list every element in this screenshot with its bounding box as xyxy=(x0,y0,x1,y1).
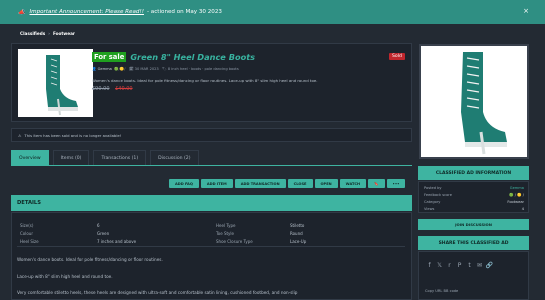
share-icons: f 𝕏 r P t ✉ 🔗 xyxy=(427,262,493,269)
user-icon: 👤 xyxy=(92,67,97,71)
join-discussion-button[interactable]: JOIN DISCUSSION xyxy=(418,219,529,230)
tab-transactions[interactable]: Transactions (1) xyxy=(93,150,147,165)
add-faq-button[interactable]: ADD FAQ xyxy=(169,179,199,188)
add-transaction-button[interactable]: ADD TRANSACTION xyxy=(234,179,286,188)
listing-tags[interactable]: 8 inch heel · boots · pole dancing boots xyxy=(168,67,239,71)
spec-value: Round xyxy=(290,231,303,236)
sale-price: £40.00 xyxy=(115,86,133,92)
breadcrumb-separator: › xyxy=(48,31,50,36)
listing-short-description: Women's dance boots. Ideal for pole fitn… xyxy=(92,78,318,83)
tab-items[interactable]: Items (0) xyxy=(52,150,90,165)
spec-label: Shoe Closure Type xyxy=(216,239,253,244)
info-label: Category xyxy=(424,200,441,204)
email-icon[interactable]: ✉ xyxy=(477,262,482,269)
divider xyxy=(17,246,405,247)
share-header: SHARE THIS CLASSIFIED AD xyxy=(418,236,529,250)
spec-value: Lace-Up xyxy=(290,239,307,244)
for-sale-badge: For sale xyxy=(92,52,127,62)
megaphone-icon: 📣 xyxy=(18,8,26,16)
info-label: Views xyxy=(424,207,435,211)
sold-warning: ⚠ This item has been sold and is no long… xyxy=(11,128,412,142)
facebook-icon[interactable]: f xyxy=(427,262,432,269)
link-icon[interactable]: 🔗 xyxy=(486,262,493,269)
tag-icon: 🏷 xyxy=(162,67,167,71)
spec-label: Size(s) xyxy=(20,223,34,228)
info-label: Feedback score xyxy=(424,193,452,197)
spec-value: Stiletto xyxy=(290,223,305,228)
details-header: DETAILS xyxy=(11,195,412,211)
classified-info-header: CLASSIFIED AD INFORMATION xyxy=(418,166,529,180)
reddit-icon[interactable]: r xyxy=(447,262,452,269)
more-options-button[interactable]: ••• xyxy=(386,179,406,188)
breadcrumb-classifieds[interactable]: Classifieds xyxy=(20,31,45,36)
add-item-button[interactable]: ADD ITEM xyxy=(200,179,233,188)
breadcrumb: Classifieds › Footwear xyxy=(20,31,75,36)
breadcrumb-footwear[interactable]: Footwear xyxy=(53,31,75,36)
listing-meta: 👤 Gemma 🟢/🟡/ 🗓 30 MAR 2023 🏷 8 inch heel… xyxy=(92,67,239,71)
details-panel xyxy=(11,212,412,300)
info-label: Posted by xyxy=(424,186,442,190)
tab-discussion[interactable]: Discussion (2) xyxy=(150,150,199,165)
sold-warning-text: This item has been sold and is no longer… xyxy=(24,132,122,138)
announcement-link[interactable]: Important Announcement: Please Read!! xyxy=(29,9,143,15)
classified-info-panel: Posted by Gemma Feedback score 🟢 / 🟡 / C… xyxy=(418,181,529,213)
category-link[interactable]: Footwear xyxy=(507,200,524,204)
close-button[interactable]: CLOSE xyxy=(287,179,313,188)
main-product-image[interactable] xyxy=(419,44,529,159)
spec-label: Heel Size xyxy=(20,239,39,244)
share-panel: f 𝕏 r P t ✉ 🔗 Copy URL BB code xyxy=(418,251,529,300)
tab-overview[interactable]: Overview xyxy=(11,150,49,165)
x-twitter-icon[interactable]: 𝕏 xyxy=(437,262,442,269)
spec-value: 6 xyxy=(97,223,100,228)
announcement-suffix: - actioned on May 30 2023 xyxy=(146,9,222,15)
spec-label: Heel Type xyxy=(216,223,236,228)
author-link[interactable]: Gemma xyxy=(98,67,112,71)
original-price: £90.00 xyxy=(92,86,110,92)
warning-icon: ⚠ xyxy=(18,132,22,138)
listing-title-row: For sale Green 8" Heel Dance Boots xyxy=(92,52,255,62)
post-date: 30 MAR 2023 xyxy=(134,67,159,71)
listing-title: Green 8" Heel Dance Boots xyxy=(130,52,255,62)
feedback-score: 🟢 / 🟡 / xyxy=(509,193,524,197)
spec-value: Green xyxy=(97,231,110,236)
tumblr-icon[interactable]: t xyxy=(467,262,472,269)
posted-by-link[interactable]: Gemma xyxy=(510,186,524,190)
copy-url-text[interactable]: Copy URL BB code xyxy=(425,289,458,293)
calendar-icon: 🗓 xyxy=(128,67,134,71)
action-toolbar: ADD FAQ ADD ITEM ADD TRANSACTION CLOSE O… xyxy=(169,179,407,188)
listing-thumbnail[interactable] xyxy=(18,49,93,117)
announcement-bar: 📣 Important Announcement: Please Read!! … xyxy=(0,0,545,24)
sold-badge: Sold xyxy=(389,53,405,60)
description-paragraph: Very comfortable stiletto heels, these h… xyxy=(17,290,298,295)
spec-label: Toe Style xyxy=(216,231,234,236)
bookmark-icon[interactable]: 🔖 xyxy=(368,179,385,188)
tab-underline xyxy=(11,165,412,166)
spec-label: Colour xyxy=(20,231,33,236)
description-paragraph: Women's dance boots. Ideal for pole fitn… xyxy=(17,257,163,262)
views-count: 4 xyxy=(521,207,524,211)
spec-value: 7 inches and above xyxy=(97,239,137,244)
tab-bar: Overview Items (0) Transactions (1) Disc… xyxy=(11,150,203,165)
close-icon[interactable]: × xyxy=(523,7,529,15)
watch-button[interactable]: WATCH xyxy=(339,179,367,188)
description-paragraph: Lace-up with 8" slim high heel and round… xyxy=(17,274,113,279)
price-block: £90.00 £40.00 xyxy=(92,86,133,92)
open-button[interactable]: OPEN xyxy=(314,179,338,188)
pinterest-icon[interactable]: P xyxy=(457,262,462,269)
